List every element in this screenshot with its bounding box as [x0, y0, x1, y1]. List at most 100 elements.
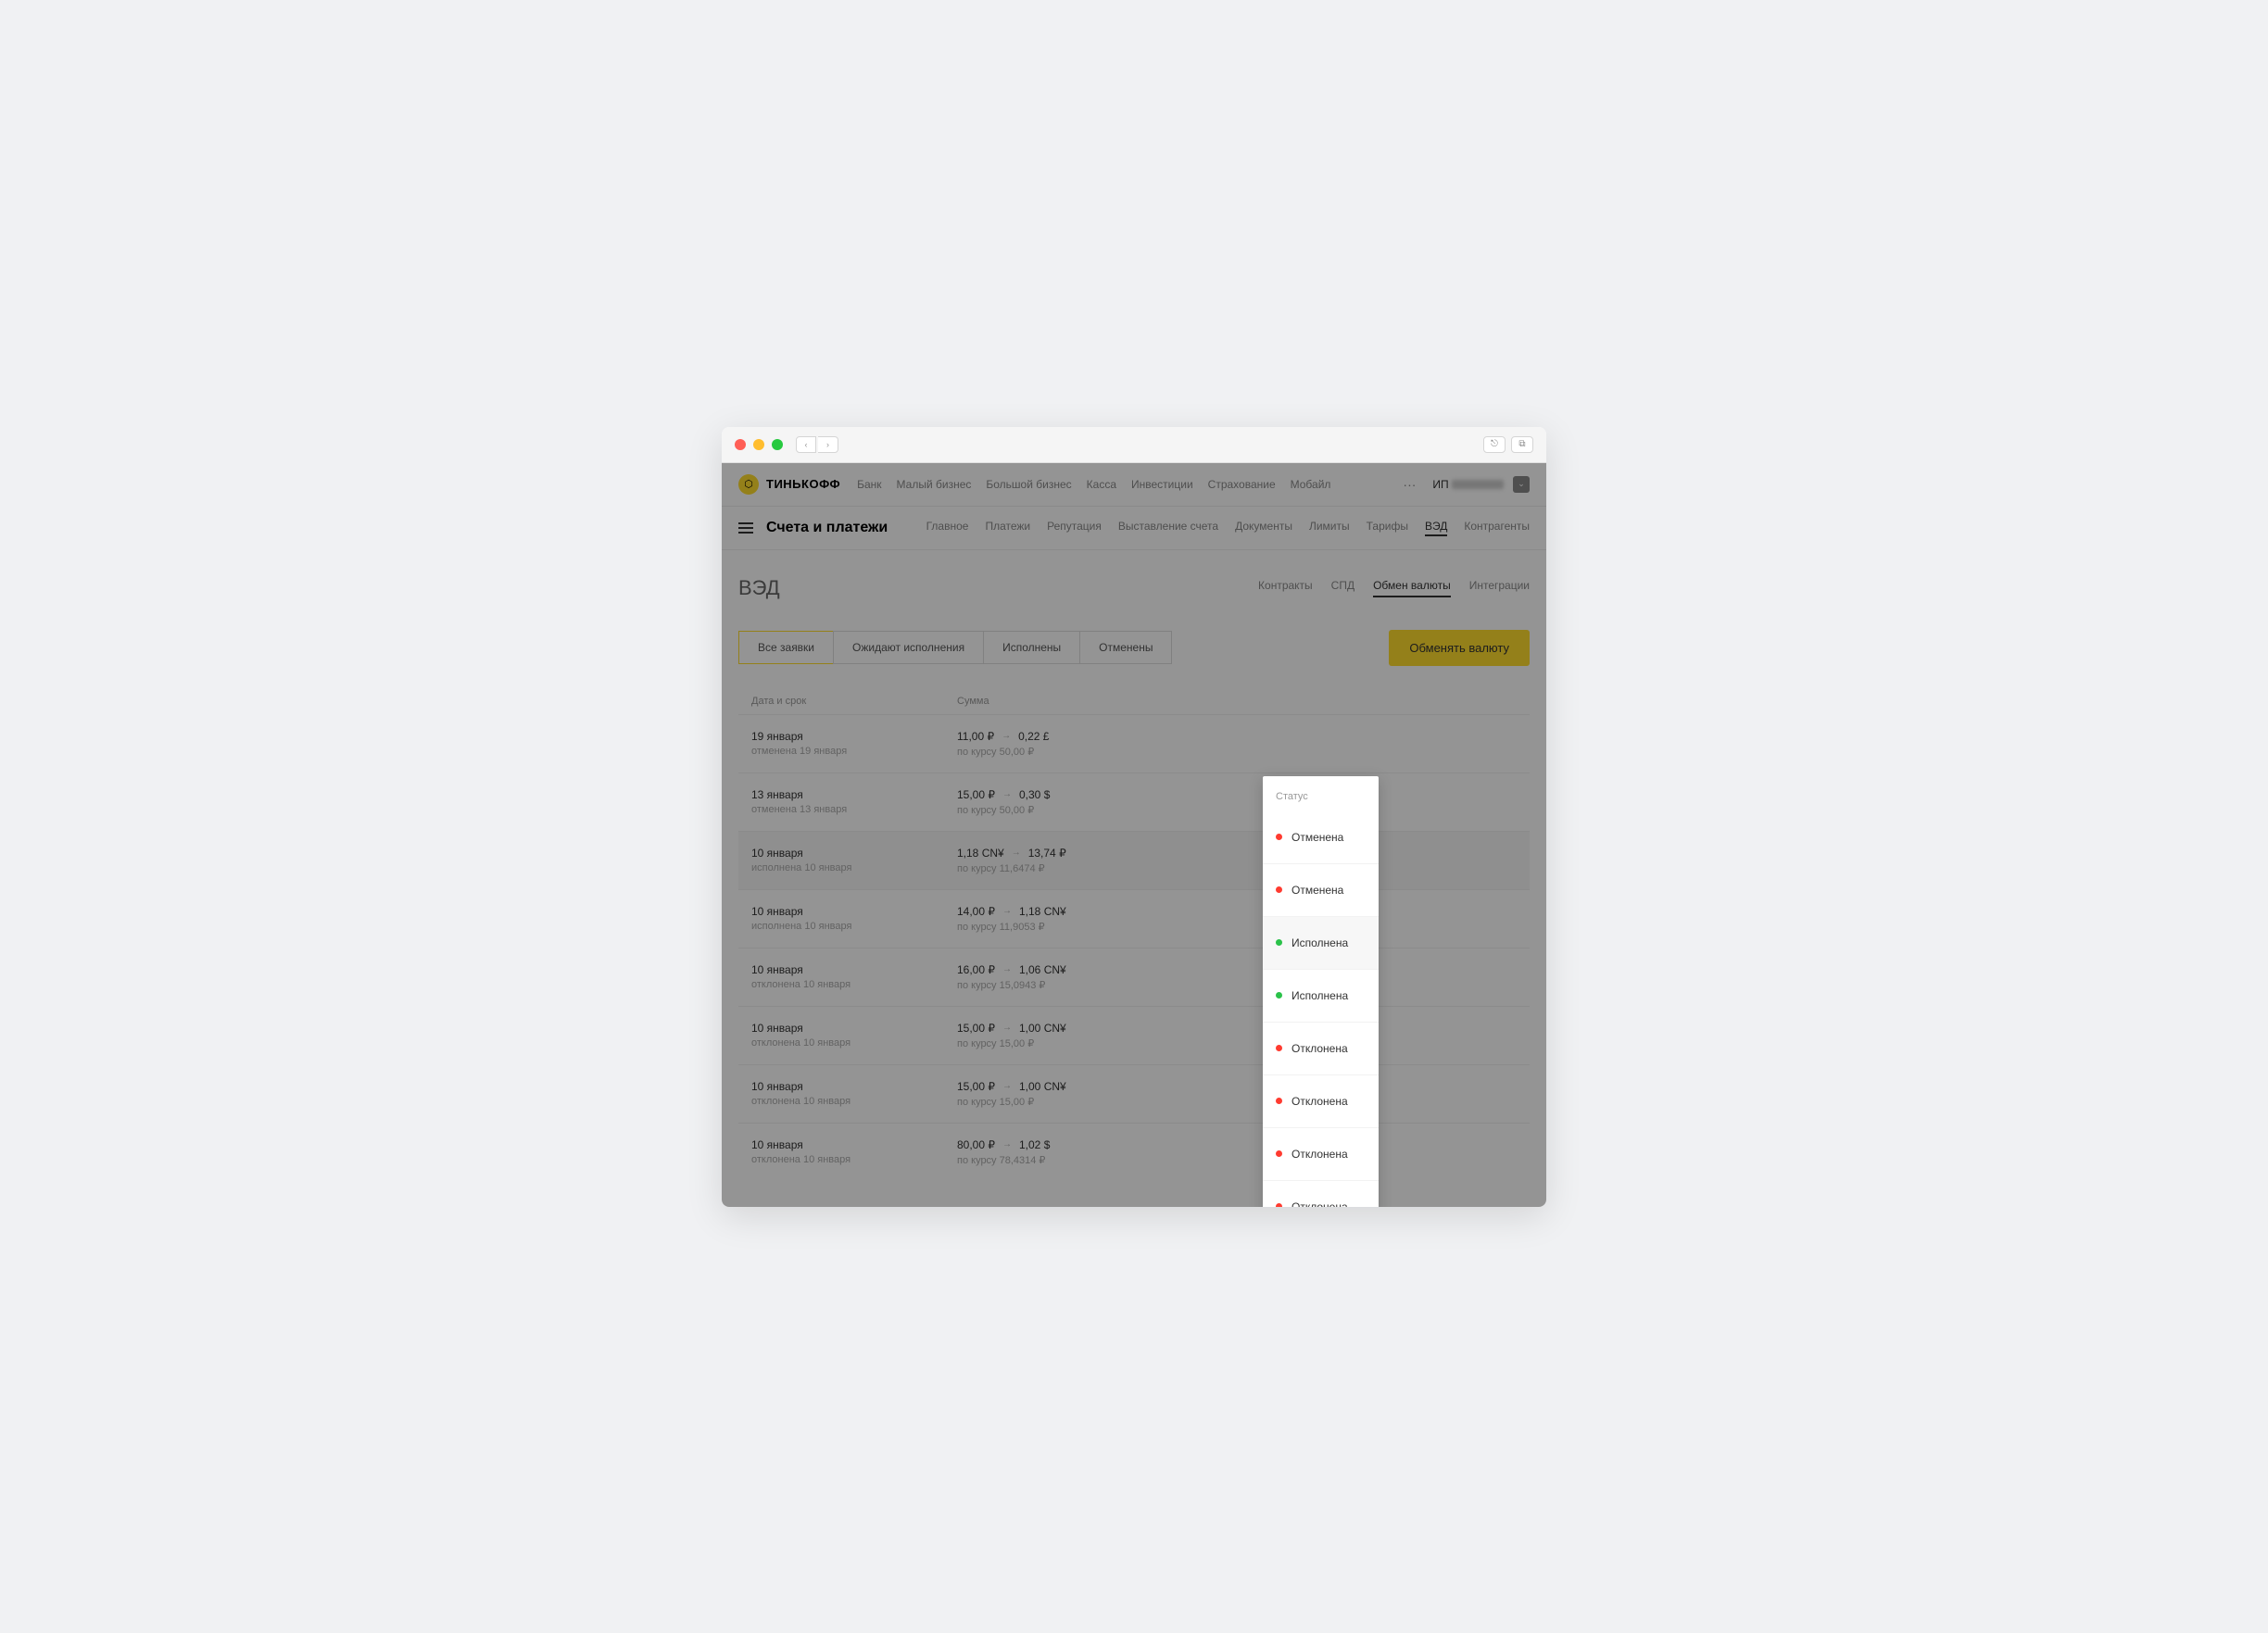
arrow-right-icon: →	[1002, 1081, 1012, 1091]
row-date: 10 января	[751, 847, 957, 860]
arrow-right-icon: →	[1012, 848, 1021, 858]
status-dot-icon	[1276, 1098, 1282, 1104]
back-button[interactable]: ‹	[796, 436, 816, 453]
row-date: 10 января	[751, 963, 957, 976]
sub-nav-item[interactable]: Репутация	[1047, 520, 1102, 536]
section-title: Счета и платежи	[766, 520, 888, 536]
status-row[interactable]: Отменена	[1263, 863, 1379, 916]
top-nav-item[interactable]: Страхование	[1208, 478, 1276, 491]
status-dot-icon	[1276, 834, 1282, 840]
forward-button[interactable]: ›	[818, 436, 838, 453]
status-row[interactable]: Отклонена	[1263, 1074, 1379, 1127]
row-substatus: отменена 19 января	[751, 746, 957, 757]
amount-to: 1,18 CN¥	[1019, 905, 1066, 918]
column-header-sum: Сумма	[957, 696, 1517, 707]
filter-button[interactable]: Отменены	[1079, 631, 1172, 664]
sub-nav: Главное Платежи Репутация Выставление счета…	[926, 520, 1530, 536]
tabs-button[interactable]: ⧉	[1511, 436, 1533, 453]
page-title: ВЭД	[738, 576, 780, 600]
amount-from: 11,00 ₽	[957, 730, 994, 743]
sub-nav-item[interactable]: Главное	[926, 520, 969, 536]
amount-to: 13,74 ₽	[1028, 847, 1066, 860]
status-label: Отклонена	[1292, 1042, 1348, 1055]
table-row[interactable]: 10 январяисполнена 10 января1,18 CN¥→13,…	[738, 831, 1530, 889]
amount-from: 15,00 ₽	[957, 1022, 995, 1035]
table-row[interactable]: 13 январяотменена 13 января15,00 ₽→0,30 …	[738, 773, 1530, 831]
amount-from: 16,00 ₽	[957, 963, 995, 976]
table-row[interactable]: 19 январяотменена 19 января11,00 ₽→0,22 …	[738, 714, 1530, 773]
menu-icon[interactable]	[738, 522, 753, 534]
amount-from: 15,00 ₽	[957, 788, 995, 801]
top-nav-item[interactable]: Мобайл	[1291, 478, 1331, 491]
sub-nav-item[interactable]: Документы	[1235, 520, 1292, 536]
status-row[interactable]: Отклонена	[1263, 1022, 1379, 1074]
exchange-rate: по курсу 15,0943 ₽	[957, 979, 1517, 991]
user-menu[interactable]: ИП ⌄	[1432, 476, 1530, 493]
maximize-window-button[interactable]	[772, 439, 783, 450]
top-nav-item[interactable]: Касса	[1087, 478, 1116, 491]
page-tabs: Контракты СПД Обмен валюты Интеграции	[1258, 579, 1530, 597]
table-row[interactable]: 10 январяотклонена 10 января15,00 ₽→1,00…	[738, 1064, 1530, 1123]
exchange-currency-button[interactable]: Обменять валюту	[1389, 630, 1530, 666]
table-row[interactable]: 10 январяисполнена 10 января14,00 ₽→1,18…	[738, 889, 1530, 948]
sub-nav-item[interactable]: Лимиты	[1309, 520, 1350, 536]
arrow-right-icon: →	[1002, 1023, 1012, 1033]
top-nav-item[interactable]: Инвестиции	[1131, 478, 1193, 491]
user-name-blurred	[1452, 480, 1504, 489]
top-nav-item[interactable]: Малый бизнес	[897, 478, 972, 491]
app-header: ⬡ ТИНЬКОФФ Банк Малый бизнес Большой бизне…	[722, 463, 1546, 507]
exchange-rate: по курсу 15,00 ₽	[957, 1037, 1517, 1049]
sub-nav-item[interactable]: ВЭД	[1425, 520, 1447, 536]
filter-button[interactable]: Все заявки	[738, 631, 834, 664]
exchange-rate: по курсу 11,9053 ₽	[957, 921, 1517, 933]
top-nav-item[interactable]: Большой бизнес	[986, 478, 1071, 491]
exchange-rate: по курсу 15,00 ₽	[957, 1096, 1517, 1108]
status-dot-icon	[1276, 992, 1282, 999]
shield-icon: ⬡	[738, 474, 759, 495]
share-button[interactable]: ⎋	[1483, 436, 1506, 453]
status-label: Отклонена	[1292, 1095, 1348, 1108]
row-substatus: отклонена 10 января	[751, 1037, 957, 1049]
status-row[interactable]: Исполнена	[1263, 969, 1379, 1022]
sub-nav-item[interactable]: Выставление счета	[1118, 520, 1218, 536]
filter-button[interactable]: Исполнены	[983, 631, 1080, 664]
status-row[interactable]: Отклонена	[1263, 1180, 1379, 1207]
amount-from: 14,00 ₽	[957, 905, 995, 918]
row-substatus: отклонена 10 января	[751, 1154, 957, 1165]
page-tab[interactable]: Обмен валюты	[1373, 579, 1451, 597]
amount-from: 15,00 ₽	[957, 1080, 995, 1093]
row-date: 13 января	[751, 788, 957, 801]
sub-nav-item[interactable]: Контрагенты	[1464, 520, 1530, 536]
table-row[interactable]: 10 январяотклонена 10 января16,00 ₽→1,06…	[738, 948, 1530, 1006]
status-label: Отменена	[1292, 831, 1343, 844]
top-nav-item[interactable]: Банк	[857, 478, 881, 491]
exchange-rate: по курсу 11,6474 ₽	[957, 862, 1517, 874]
status-label: Исполнена	[1292, 936, 1348, 949]
table-row[interactable]: 10 январяотклонена 10 января80,00 ₽→1,02…	[738, 1123, 1530, 1181]
brand-logo[interactable]: ⬡ ТИНЬКОФФ	[738, 474, 840, 495]
status-row[interactable]: Исполнена	[1263, 916, 1379, 969]
page-tab[interactable]: Контракты	[1258, 579, 1313, 597]
status-popup: Статус Отменена Отменена Исполнена Исполнен…	[1263, 776, 1379, 1207]
sub-nav-item[interactable]: Тарифы	[1367, 520, 1408, 536]
column-header-date: Дата и срок	[751, 696, 957, 707]
minimize-window-button[interactable]	[753, 439, 764, 450]
subheader: Счета и платежи Главное Платежи Репутация В…	[722, 507, 1546, 550]
filter-button[interactable]: Ожидают исполнения	[833, 631, 984, 664]
row-substatus: исполнена 10 января	[751, 862, 957, 873]
table-row[interactable]: 10 январяотклонена 10 января15,00 ₽→1,00…	[738, 1006, 1530, 1064]
amount-from: 80,00 ₽	[957, 1138, 995, 1151]
page-tab[interactable]: СПД	[1331, 579, 1354, 597]
more-menu[interactable]: ···	[1403, 477, 1416, 492]
page-tab[interactable]: Интеграции	[1469, 579, 1530, 597]
column-header-status: Статус	[1263, 776, 1379, 811]
status-row[interactable]: Отклонена	[1263, 1127, 1379, 1180]
row-substatus: отменена 13 января	[751, 804, 957, 815]
browser-window: ‹ › ⎋ ⧉ ⬡ ТИНЬКОФФ Банк Малый бизнес Больш…	[722, 427, 1546, 1207]
sub-nav-item[interactable]: Платежи	[985, 520, 1030, 536]
close-window-button[interactable]	[735, 439, 746, 450]
amount-to: 0,30 $	[1019, 788, 1050, 801]
status-row[interactable]: Отменена	[1263, 811, 1379, 863]
user-label: ИП	[1432, 478, 1504, 491]
chevron-down-icon: ⌄	[1513, 476, 1530, 493]
